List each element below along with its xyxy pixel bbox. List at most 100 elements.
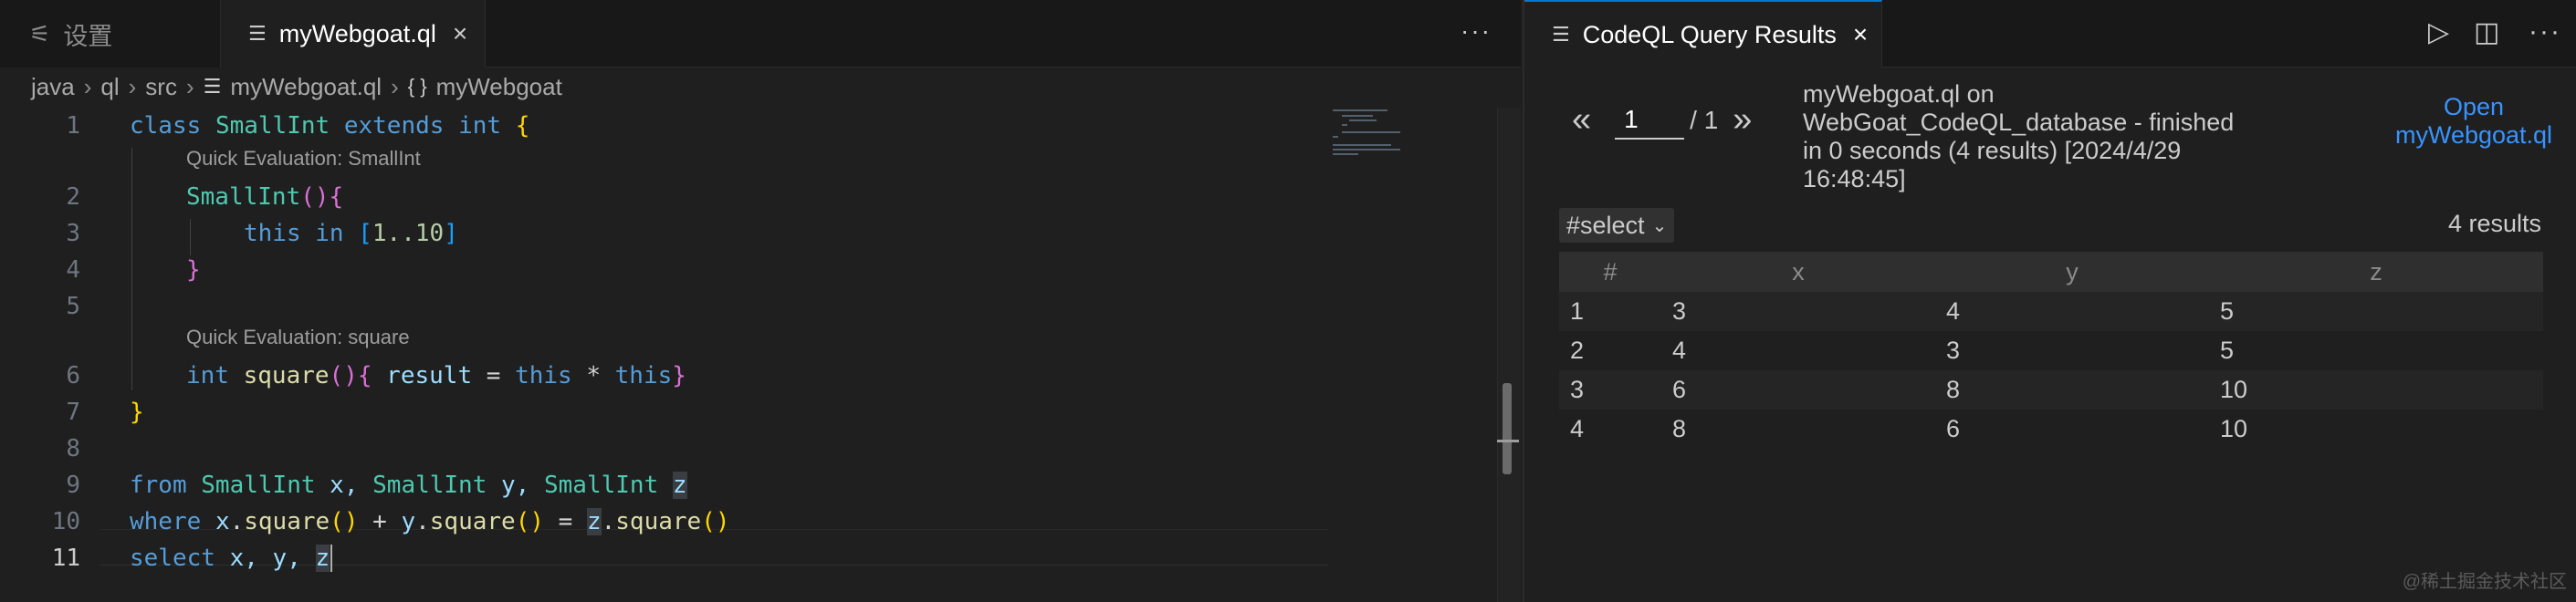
code-token: select <box>130 544 215 572</box>
table-row[interactable]: 3 6 8 10 <box>1559 370 2543 410</box>
breadcrumb-item-java[interactable]: java <box>31 73 75 101</box>
table-cell: 2 <box>1559 331 1661 370</box>
results-pane: ☰ CodeQL Query Results × ▷ ◫ ··· « / 1 »… <box>1523 0 2576 602</box>
code-line-5[interactable]: 5 <box>0 288 1328 325</box>
pane-resize-handle[interactable] <box>1503 383 1512 474</box>
run-icon[interactable]: ▷ <box>2428 16 2449 48</box>
code-token: } <box>186 256 201 284</box>
table-cell[interactable]: 6 <box>1661 370 1935 410</box>
code-token: { <box>357 362 372 389</box>
file-lines-icon: ☰ <box>1552 23 1570 46</box>
close-icon[interactable]: × <box>453 19 467 48</box>
split-editor-icon[interactable]: ◫ <box>2474 16 2499 48</box>
pane-resize-grip <box>1497 440 1519 442</box>
table-cell[interactable]: 3 <box>1935 331 2209 370</box>
table-row[interactable]: 2 4 3 5 <box>1559 331 2543 370</box>
table-cell[interactable]: 10 <box>2209 370 2543 410</box>
results-table: # x y z 1 3 4 5 2 4 3 5 3 6 8 10 4 8 6 1… <box>1559 252 2543 449</box>
breadcrumb-item-symbol[interactable]: myWebgoat <box>436 73 562 101</box>
code-line-9[interactable]: 9 from SmallInt x, SmallInt y, SmallInt … <box>0 467 1328 503</box>
breadcrumb-item-src[interactable]: src <box>145 73 177 101</box>
more-actions-icon[interactable]: ··· <box>2529 16 2561 47</box>
code-token: z <box>315 544 330 572</box>
minimap[interactable] <box>1333 108 1497 181</box>
tab-settings[interactable]: ⚟ 设置 <box>0 0 221 67</box>
table-cell: 1 <box>1559 292 1661 331</box>
code-token: extends <box>343 112 445 140</box>
code-token: this <box>614 362 673 389</box>
code-line-6[interactable]: 6 int square(){ result = this * this} <box>0 358 1328 394</box>
code-token: class <box>130 112 202 140</box>
table-cell[interactable]: 3 <box>1661 292 1935 331</box>
page-number-input[interactable] <box>1615 100 1685 140</box>
previous-page-icon[interactable]: « <box>1572 100 1591 140</box>
table-cell[interactable]: 10 <box>2209 410 2543 449</box>
column-header-z[interactable]: z <box>2209 252 2543 292</box>
chevron-down-icon: ⌄ <box>1651 215 1668 236</box>
table-row[interactable]: 1 3 4 5 <box>1559 292 2543 331</box>
line-number: 11 <box>51 545 80 572</box>
page-total: / 1 <box>1690 105 1719 134</box>
code-line-4[interactable]: 4 } <box>0 252 1328 288</box>
code-token: () <box>329 362 358 389</box>
table-cell[interactable]: 8 <box>1661 410 1935 449</box>
quick-evaluation-lens-square[interactable]: Quick Evaluation: square <box>186 321 410 354</box>
column-header-x[interactable]: x <box>1661 252 1935 292</box>
file-lines-icon: ☰ <box>248 22 267 45</box>
line-number: 3 <box>66 220 80 247</box>
code-token: z <box>586 508 602 535</box>
text-cursor <box>330 545 333 573</box>
query-status-text: myWebgoat.ql on WebGoat_CodeQL_database … <box>1803 80 2235 192</box>
code-token: [ <box>358 220 372 247</box>
breadcrumb-item-ql[interactable]: ql <box>100 73 119 101</box>
table-row[interactable]: 4 8 6 10 <box>1559 410 2543 449</box>
result-pager: « / 1 » <box>1572 100 1752 140</box>
settings-sliders-icon: ⚟ <box>29 19 51 47</box>
code-line-1[interactable]: 1 class SmallInt extends int { <box>0 108 1328 144</box>
editor-scrollbar[interactable] <box>1497 108 1521 602</box>
table-cell[interactable]: 8 <box>1935 370 2209 410</box>
result-set-label: #select <box>1566 211 1645 239</box>
tab-codeql-query-results[interactable]: ☰ CodeQL Query Results × <box>1524 0 1882 67</box>
chevron-right-icon: › <box>128 72 137 100</box>
code-line-11[interactable]: 11 select x, y, z <box>0 540 1328 576</box>
breadcrumb-item-file[interactable]: myWebgoat.ql <box>230 73 382 101</box>
code-token: () <box>330 508 359 535</box>
close-icon[interactable]: × <box>1853 20 1868 49</box>
code-line-8[interactable]: 8 <box>0 431 1328 467</box>
code-token: this <box>244 220 301 247</box>
quick-evaluation-lens-smallint[interactable]: Quick Evaluation: SmallInt <box>186 142 421 175</box>
tab-label: myWebgoat.ql <box>278 19 436 47</box>
more-actions-icon[interactable]: ··· <box>1461 16 1492 46</box>
code-token: square <box>429 508 516 535</box>
open-query-link[interactable]: Open myWebgoat.ql <box>2382 93 2565 150</box>
line-number: 1 <box>66 112 80 140</box>
code-line-2[interactable]: 2 SmallInt(){ <box>0 179 1328 215</box>
code-token: () <box>300 183 330 211</box>
line-number: 4 <box>66 256 80 284</box>
table-cell[interactable]: 5 <box>2209 292 2543 331</box>
table-cell: 3 <box>1559 370 1661 410</box>
table-cell: 4 <box>1559 410 1661 449</box>
result-set-dropdown[interactable]: #select ⌄ <box>1559 208 1675 243</box>
table-cell[interactable]: 4 <box>1935 292 2209 331</box>
chevron-right-icon: › <box>391 72 399 100</box>
table-cell[interactable]: 4 <box>1661 331 1935 370</box>
column-header-index[interactable]: # <box>1559 252 1661 292</box>
code-token: SmallInt <box>372 472 487 499</box>
code-line-10[interactable]: 10 where x.square() + y.square() = z.squ… <box>0 503 1328 540</box>
braces-icon: { } <box>407 75 427 98</box>
editor-tab-bar: ⚟ 设置 ☰ myWebgoat.ql × ··· <box>0 0 1521 67</box>
code-line-7[interactable]: 7 } <box>0 394 1328 431</box>
code-editor[interactable]: 1 class SmallInt extends int { Quick Eva… <box>0 108 1497 602</box>
column-header-y[interactable]: y <box>1935 252 2209 292</box>
code-token: { <box>329 183 344 211</box>
next-page-icon[interactable]: » <box>1733 100 1752 140</box>
line-number: 6 <box>66 362 80 389</box>
table-header-row: # x y z <box>1559 252 2543 292</box>
table-cell[interactable]: 6 <box>1935 410 2209 449</box>
tab-mywebgoat-ql[interactable]: ☰ myWebgoat.ql × <box>221 0 486 67</box>
code-line-3[interactable]: 3 this in [1..10] <box>0 215 1328 252</box>
code-token: 1..10 <box>372 220 445 247</box>
table-cell[interactable]: 5 <box>2209 331 2543 370</box>
